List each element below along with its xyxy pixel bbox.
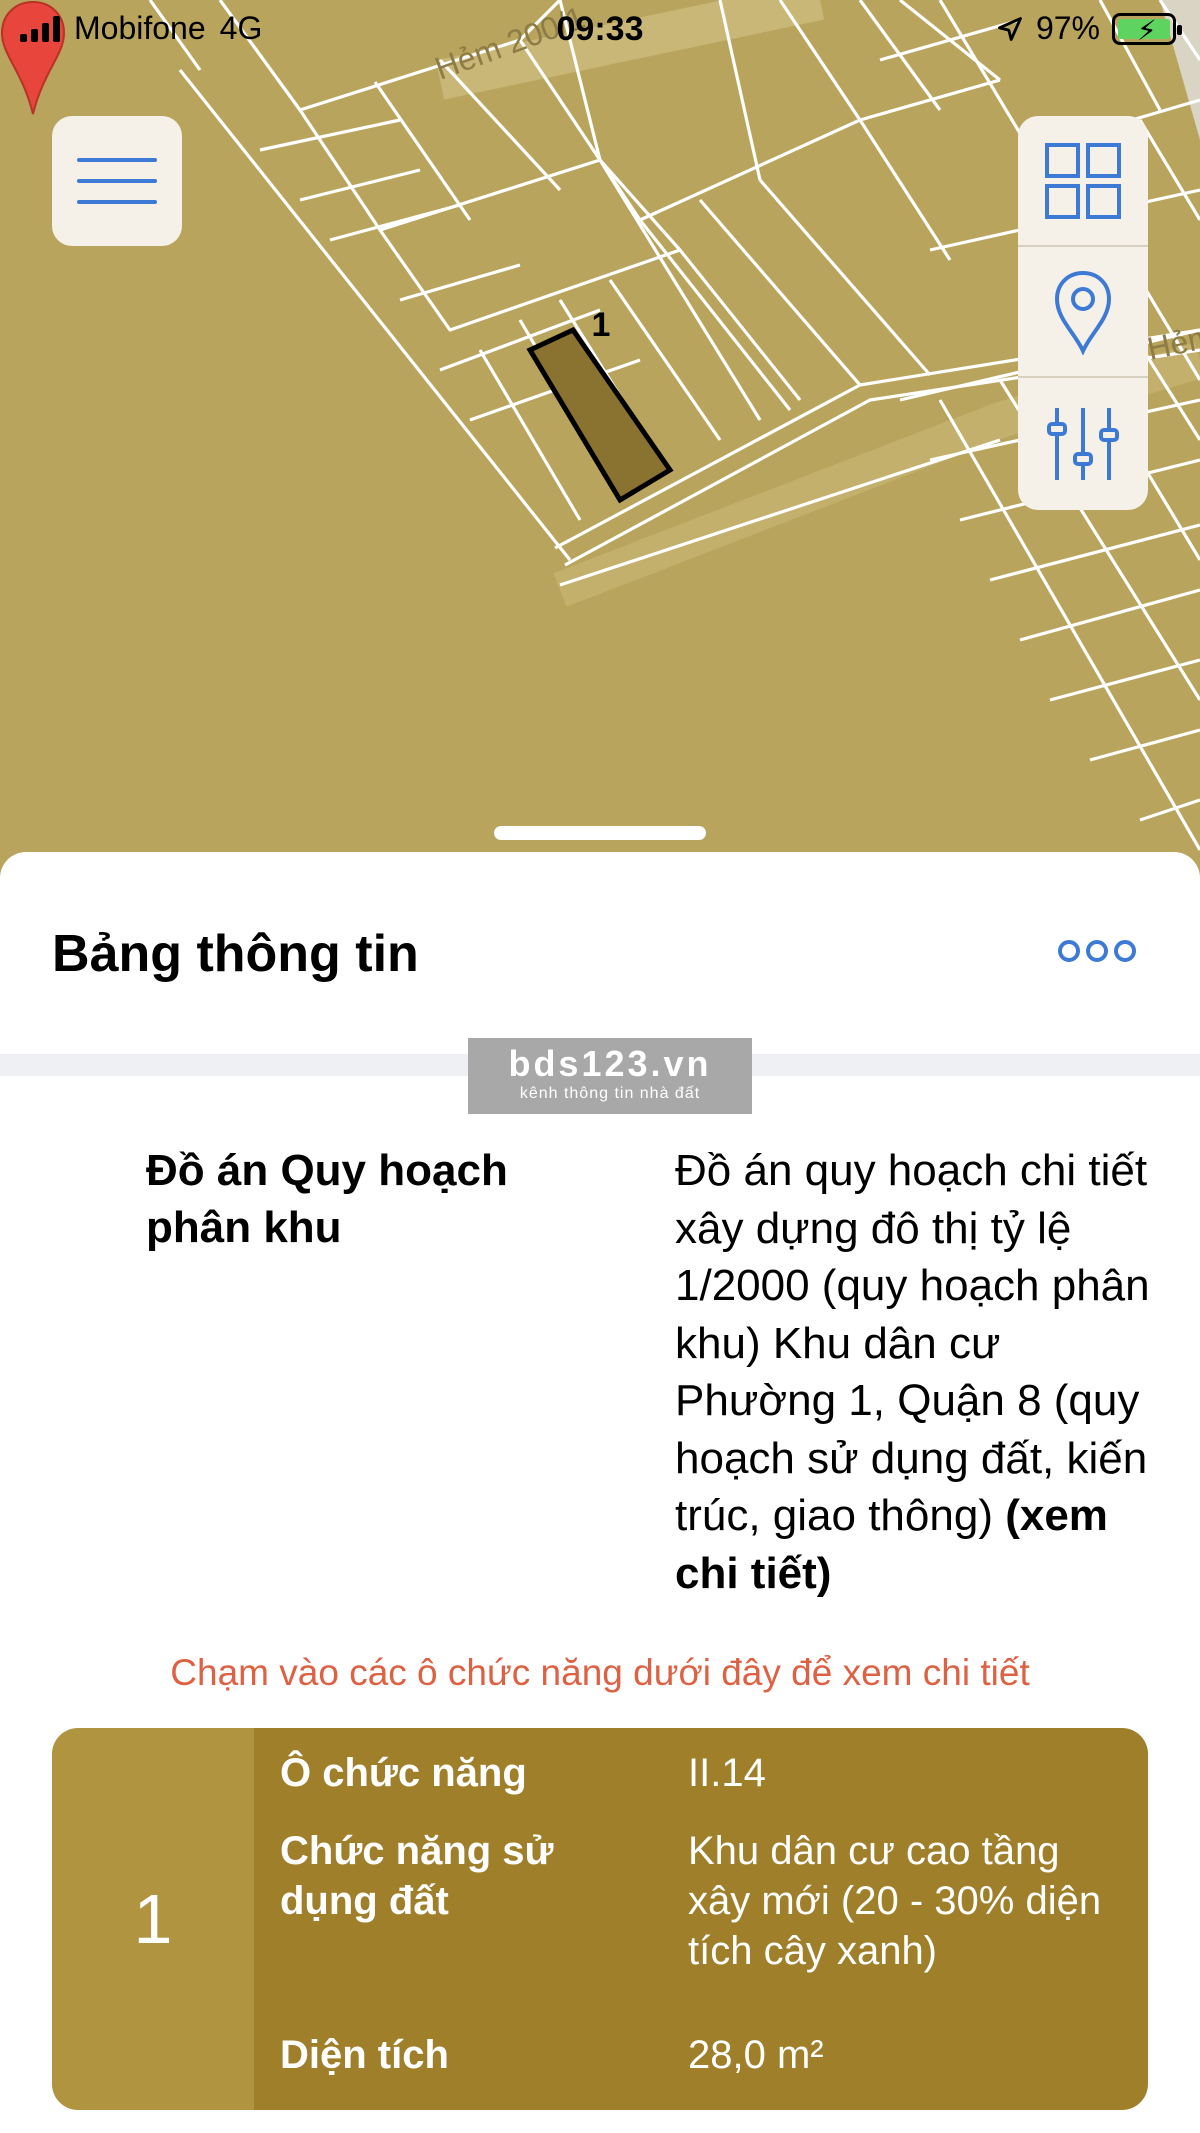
status-bar: Mobifone 4G 09:33 97% ⚡: [0, 0, 1200, 60]
battery-icon: ⚡: [1112, 12, 1182, 46]
layers-button[interactable]: [1018, 116, 1148, 247]
cell-details: Ô chức năng II.14 Chức năng sử dụng đất …: [254, 1728, 1148, 2110]
row-label: Ô chức năng: [280, 1751, 527, 1795]
info-sheet: Bảng thông tin bds123.vn kênh thông tin …: [0, 852, 1200, 2133]
plan-text: Đồ án quy hoạch chi tiết xây dựng đô thị…: [675, 1146, 1150, 1540]
sheet-title: Bảng thông tin: [52, 925, 419, 983]
hint-text: Chạm vào các ô chức năng dưới đây để xem…: [170, 1652, 1030, 1693]
filter-button[interactable]: [1018, 378, 1148, 509]
hamburger-icon: [77, 158, 157, 162]
sliders-icon: [1047, 407, 1119, 480]
marker-label: 1: [591, 306, 611, 344]
row-value: II.14: [688, 1751, 766, 1795]
my-location-button[interactable]: [1018, 247, 1148, 378]
function-cell-card[interactable]: 1 Ô chức năng II.14 Chức năng sử dụng đấ…: [52, 1728, 1148, 2110]
row-label: Diện tích: [280, 2033, 449, 2077]
menu-button[interactable]: [52, 116, 182, 246]
map-tools: [1018, 116, 1148, 510]
watermark-brand: bds123.vn: [508, 1043, 712, 1084]
location-pin-icon: [1054, 270, 1112, 355]
grid-icon: [1045, 142, 1121, 219]
battery-percent: 97%: [1035, 10, 1100, 46]
cell-number: 1: [52, 1728, 254, 2110]
row-value: Khu dân cư cao tầng xây mới (20 - 30% di…: [688, 1829, 1102, 1973]
row-label: Chức năng sử dụng đất: [280, 1829, 554, 1923]
sheet-drag-handle[interactable]: [494, 826, 706, 840]
watermark-logo: bds123.vn kênh thông tin nhà đất: [468, 1038, 752, 1114]
more-icon[interactable]: [1058, 940, 1136, 962]
watermark-tagline: kênh thông tin nhà đất: [519, 1085, 701, 1102]
plan-description: Đồ án quy hoạch chi tiết xây dựng đô thị…: [675, 1142, 1170, 1602]
plan-label: Đồ án Quy hoạch phân khu: [146, 1146, 508, 1252]
row-value: 28,0 m²: [688, 2033, 824, 2077]
location-arrow-icon: [998, 16, 1022, 41]
